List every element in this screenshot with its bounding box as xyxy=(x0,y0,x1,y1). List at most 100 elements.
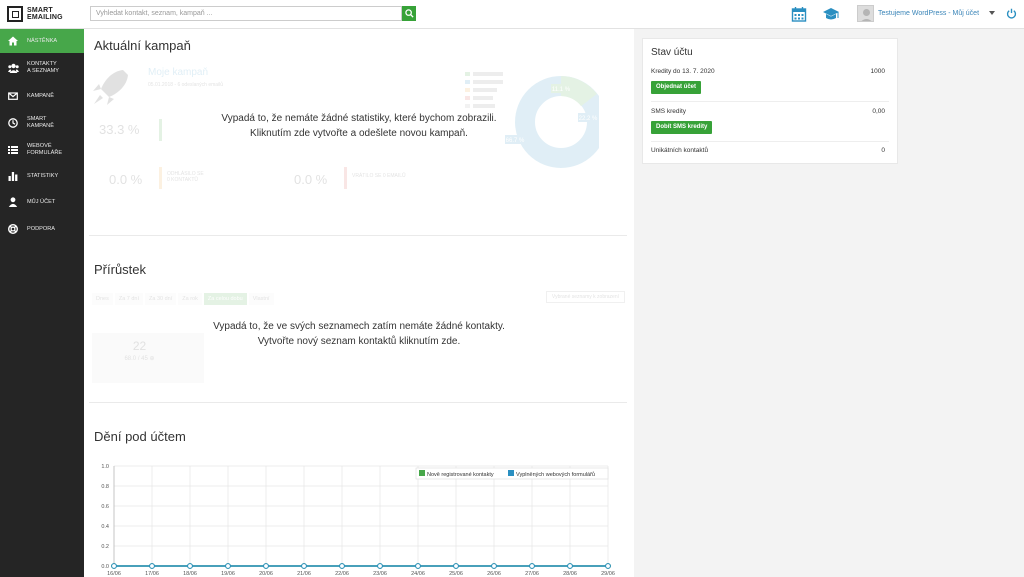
activity-line-chart: 16/06 17/06 18/06 19/06 20/06 21/06 22/06 23/06… xyxy=(101,464,615,577)
campaigns-empty-line2: Kliknutím zde vytvořte a odešlete novou … xyxy=(250,128,468,139)
sidebar-item-campaigns[interactable]: Kampaně xyxy=(0,83,84,109)
growth-period-tabs: Dnes Za 7 dní Za 30 dní Za rok Za celou … xyxy=(92,293,274,305)
legend-swatch-forms xyxy=(508,470,514,476)
campaigns-section-title: Aktuální kampaň xyxy=(94,38,191,53)
x-tick-label: 16/06 xyxy=(107,571,121,577)
sidebar-item-support[interactable]: Podpora xyxy=(0,215,84,243)
activity-section-title: Dění pod účtem xyxy=(94,429,186,444)
ghost-list-sub: 68.0 / 45 ⊕ xyxy=(124,356,155,362)
series-point-1 xyxy=(225,563,231,569)
x-tick-label: 26/06 xyxy=(487,571,501,577)
ghost-campaign-meta: 05.01.2018 - 6 odeslaných emailů xyxy=(148,82,224,88)
search-input[interactable]: Vyhledat kontakt, seznam, kampaň ... xyxy=(90,6,402,21)
top-up-sms-button[interactable]: Dobít SMS kredity xyxy=(651,121,713,134)
tab-today[interactable]: Dnes xyxy=(92,293,113,305)
legend-label-forms: Vyplněných webových formulářů xyxy=(516,471,595,478)
chart-legend: Nově registrované kontakty Vyplněných we… xyxy=(415,467,609,480)
graduation-cap-icon[interactable] xyxy=(822,6,840,22)
series-point-1 xyxy=(529,563,535,569)
x-tick-label: 17/06 xyxy=(145,571,159,577)
y-tick-label: 0.8 xyxy=(101,484,109,490)
account-status-card: Stav účtu Kredity do 13. 7. 2020 1000 Ob… xyxy=(642,38,898,164)
calendar-icon[interactable] xyxy=(791,6,807,22)
y-tick-label: 0.4 xyxy=(101,524,109,530)
list-icon xyxy=(8,146,18,154)
user-icon xyxy=(8,197,18,207)
sidebar-item-label: Můj účet xyxy=(27,198,56,205)
account-card-title: Stav účtu xyxy=(651,47,693,58)
users-icon xyxy=(8,63,19,73)
sms-credits-label: SMS kredity xyxy=(651,108,687,115)
growth-empty-message[interactable]: Vypadá to, že ve svých seznamech zatím n… xyxy=(184,319,534,349)
x-tick-label: 25/06 xyxy=(449,571,463,577)
tab-all-time[interactable]: Za celou dobu xyxy=(203,293,247,305)
bar-chart-icon xyxy=(8,172,18,181)
x-tick-label: 19/06 xyxy=(221,571,235,577)
envelope-icon xyxy=(8,92,18,100)
ghost-stat-bounce: 0.0 % xyxy=(294,172,328,187)
tab-custom[interactable]: Vlastní xyxy=(248,293,274,305)
ghost-donut-label-b: 22.2 % xyxy=(579,116,598,122)
campaigns-empty-message[interactable]: Vypadá to, že nemáte žádné statistiky, k… xyxy=(194,111,524,141)
account-menu-link[interactable]: Testujeme WordPress - Můj účet xyxy=(878,10,979,17)
top-bar: SMART EMAILING Vyhledat kontakt, seznam,… xyxy=(0,0,1024,29)
growth-section-title: Přírůstek xyxy=(94,262,147,277)
campaign-preview-placeholder: Moje kampaň 05.01.2018 - 6 odeslaných em… xyxy=(89,67,629,232)
sidebar-item-label-line2: kampaně xyxy=(27,123,54,129)
order-account-button[interactable]: Objednat účet xyxy=(651,81,702,94)
avatar[interactable] xyxy=(857,5,874,22)
brand-line2: EMAILING xyxy=(27,14,63,21)
dashboard-main: Aktuální kampaň Moje kampaň 05.01.2018 -… xyxy=(84,29,634,577)
chevron-down-icon[interactable] xyxy=(989,11,995,15)
ghost-campaign-name: Moje kampaň xyxy=(148,67,209,78)
sidebar-item-dashboard[interactable]: Nástěnka xyxy=(0,29,84,53)
series-point-1 xyxy=(415,563,421,569)
series-point-1 xyxy=(149,563,155,569)
lifebuoy-icon xyxy=(8,224,18,234)
series-point-1 xyxy=(567,563,573,569)
power-icon[interactable] xyxy=(1006,8,1017,19)
growth-list-filter[interactable]: Vybrané seznamy k zobrazení xyxy=(545,291,625,303)
user-silhouette-icon xyxy=(861,9,872,21)
ghost-stat-open: 33.3 % xyxy=(99,122,140,137)
credits-label: Kredity do 13. 7. 2020 xyxy=(651,68,715,75)
series-point-1 xyxy=(263,563,269,569)
sidebar-item-label: Kontakty xyxy=(27,61,57,67)
x-tick-label: 20/06 xyxy=(259,571,273,577)
logo-mark-icon xyxy=(7,6,23,22)
tab-year[interactable]: Za rok xyxy=(178,293,202,305)
ghost-bounce-label: VRÁTILO SE 0 EMAILŮ xyxy=(352,173,406,179)
sidebar-item-label: Podpora xyxy=(27,225,55,232)
sidebar-item-label: Kampaně xyxy=(27,92,54,99)
sidebar-item-web-forms[interactable]: Webové formuláře xyxy=(0,137,84,163)
sidebar-item-contacts[interactable]: Kontakty a seznamy xyxy=(0,53,84,83)
tab-7-days[interactable]: Za 7 dní xyxy=(114,293,144,305)
x-tick-label: 28/06 xyxy=(563,571,577,577)
rocket-icon xyxy=(93,70,128,105)
search-button[interactable] xyxy=(402,6,416,21)
tab-30-days[interactable]: Za 30 dní xyxy=(145,293,177,305)
ghost-unsub-label: ODHLÁSILO SE 0 KONTAKTŮ xyxy=(167,171,204,183)
x-tick-label: 21/06 xyxy=(297,571,311,577)
sidebar-item-statistics[interactable]: Statistiky xyxy=(0,163,84,189)
x-tick-label: 23/06 xyxy=(373,571,387,577)
clock-icon xyxy=(8,118,18,128)
sidebar-item-my-account[interactable]: Můj účet xyxy=(0,189,84,215)
unique-contacts-label: Unikátních kontaktů xyxy=(651,147,709,154)
sms-credits-value: 0,00 xyxy=(872,108,885,115)
ghost-donut-label-a: 11.1 % xyxy=(552,87,571,93)
series-point-1 xyxy=(111,563,117,569)
series-point-1 xyxy=(605,563,611,569)
series-point-1 xyxy=(301,563,307,569)
sidebar-item-label: Smart xyxy=(27,116,47,122)
x-tick-label: 18/06 xyxy=(183,571,197,577)
series-point-1 xyxy=(339,563,345,569)
sidebar: Nástěnka Kontakty a seznamy Kampaně Smart… xyxy=(0,29,84,577)
x-tick-label: 27/06 xyxy=(525,571,539,577)
sidebar-item-smart-campaigns[interactable]: Smart kampaně xyxy=(0,109,84,137)
series-point-1 xyxy=(187,563,193,569)
y-tick-label: 0.2 xyxy=(101,544,109,550)
search-icon xyxy=(404,9,414,18)
y-tick-label: 0.6 xyxy=(101,504,109,510)
brand-logo[interactable]: SMART EMAILING xyxy=(7,6,63,22)
